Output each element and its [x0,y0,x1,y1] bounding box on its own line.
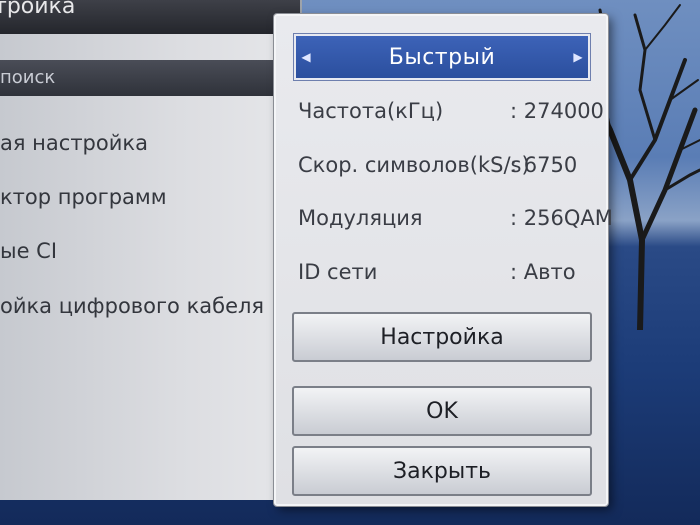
menu-item-digital-cable-setup[interactable]: ойка цифрового кабеля [0,286,290,326]
menu-title-text: тройка [0,0,76,19]
menu-title: тройка [0,0,300,34]
cable-search-dialog: ◀ Быстрый ▶ Частота(кГц) : 274000 Скор. … [274,14,613,506]
frequency-row: Частота(кГц) : 274000 [298,94,604,128]
menu-item-ci[interactable]: ые CI [0,231,290,271]
menu-item-label: ая настройка [0,131,148,155]
menu-item-label: ойка цифрового кабеля [0,294,265,318]
network-id-value: : Авто [510,260,576,284]
menu-item-program-editor[interactable]: ктор программ [0,177,290,217]
modulation-label: Модуляция [298,206,423,230]
close-button[interactable]: Закрыть [292,446,592,496]
frequency-value: : 274000 [510,99,604,123]
arrow-left-icon[interactable]: ◀ [296,50,316,64]
symbol-rate-value: : 6750 [510,153,578,177]
menu-item-auto-setup[interactable]: ая настройка [0,123,290,163]
settings-menu-panel: тройка поиск ая настройка ктор программ … [0,0,302,500]
network-id-label: ID сети [298,260,378,284]
symbol-rate-row: Скор. символов(kS/s) : 6750 [298,148,594,182]
arrow-right-icon[interactable]: ▶ [568,50,588,64]
setup-button[interactable]: Настройка [292,312,592,362]
modulation-value: : 256QAM [510,206,613,230]
tv-screen: тройка поиск ая настройка ктор программ … [0,0,700,525]
ok-button[interactable]: OK [292,386,592,436]
menu-item-search[interactable]: поиск [0,60,290,96]
menu-item-label: ые CI [0,239,58,263]
frequency-label: Частота(кГц) [298,99,444,123]
menu-item-label: ктор программ [0,185,167,209]
search-mode-selector[interactable]: ◀ Быстрый ▶ [294,34,590,80]
symbol-rate-label: Скор. символов(kS/s) [298,153,530,177]
search-mode-value: Быстрый [388,44,496,70]
menu-item-label: поиск [0,67,56,88]
modulation-row: Модуляция : 256QAM [298,201,613,235]
network-id-row: ID сети : Авто [298,255,594,289]
